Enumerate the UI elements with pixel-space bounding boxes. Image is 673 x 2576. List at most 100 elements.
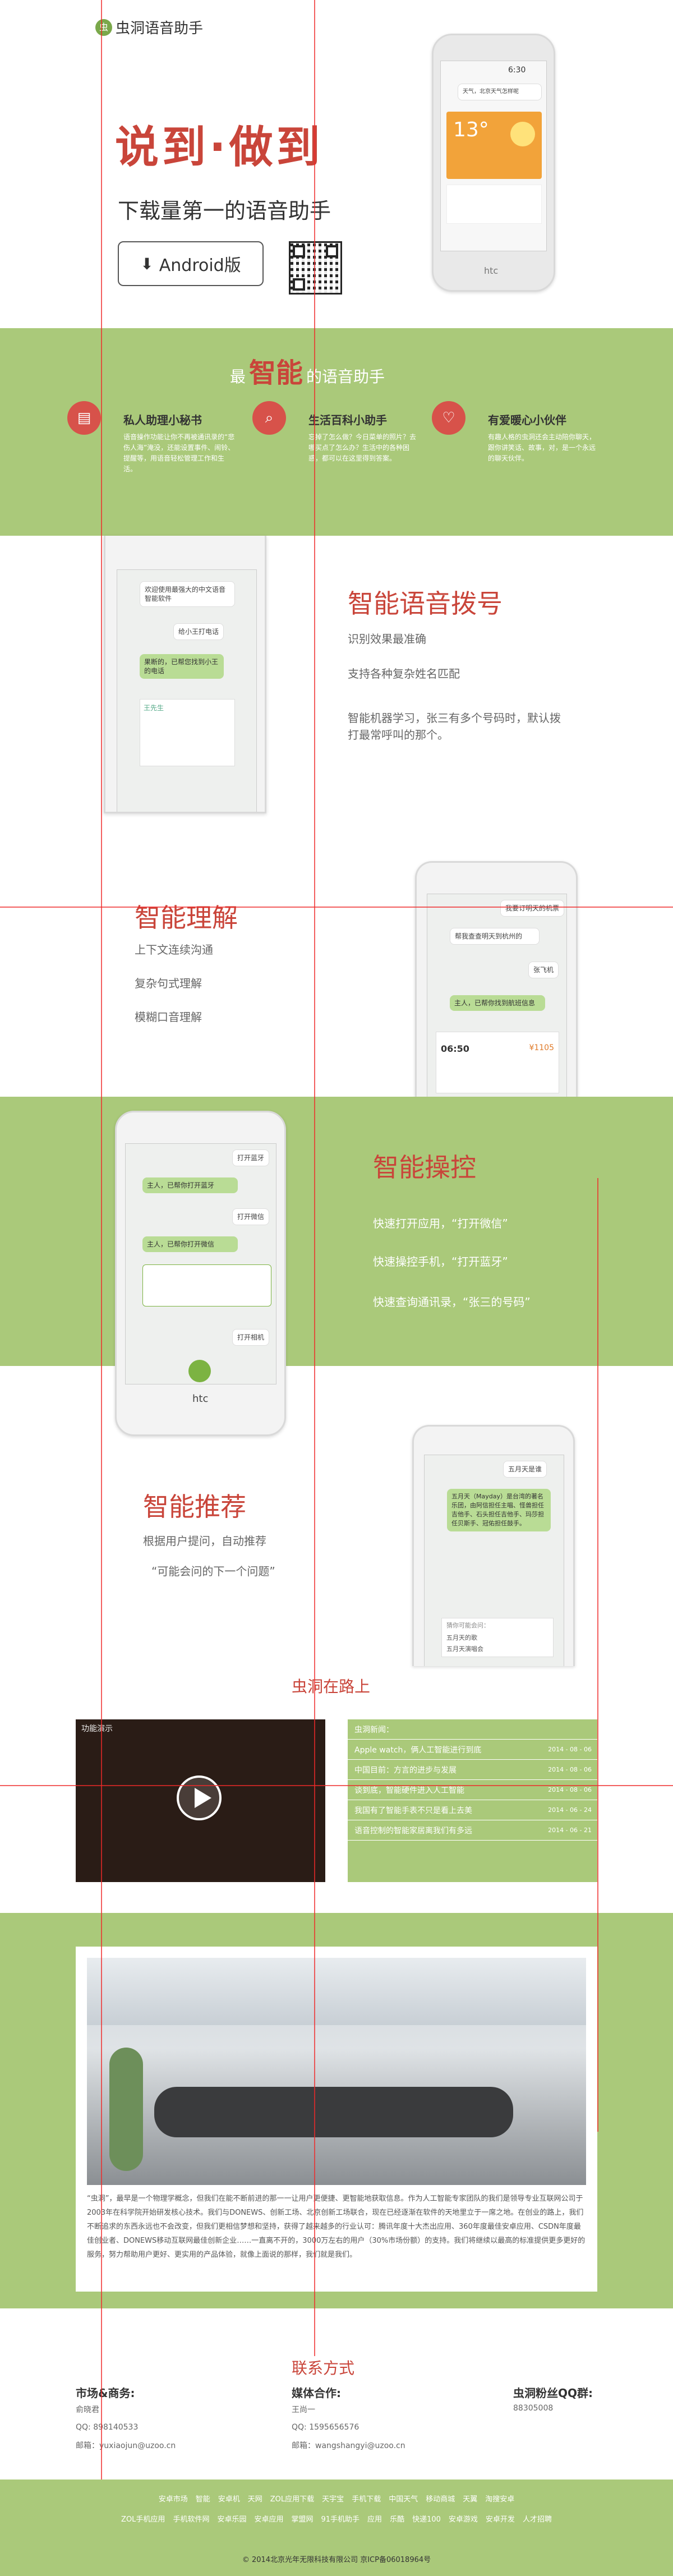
dial-line-3: 智能机器学习，张三有多个号码时，默认拨打最常呼叫的那个。 xyxy=(348,711,561,742)
news-header: 虫洞新闻： xyxy=(348,1719,597,1740)
sun-icon xyxy=(510,122,535,146)
footer-link[interactable]: 安卓乐园 xyxy=(217,2513,246,2524)
footer: 安卓市场 智能 安卓机 天网 ZOL应用下载 天宇宝 手机下载 中国天气 移动商… xyxy=(0,2480,673,2576)
mic-button[interactable] xyxy=(188,1360,211,1382)
footer-link[interactable]: 安卓游戏 xyxy=(449,2513,478,2524)
understand-bubble-1: 我要订明天的机票 xyxy=(500,900,565,917)
understand-line-3: 模糊口音理解 xyxy=(135,1010,202,1024)
android-download-button[interactable]: ⬇ Android版 xyxy=(118,241,264,286)
news-item[interactable]: 中国目前：方言的进步与发展 2014 - 08 - 06 xyxy=(348,1760,597,1780)
understand-bubble-2: 帮我查查明天到杭州的 xyxy=(450,928,540,945)
news-item[interactable]: Apple watch，俩人工智能进行到底 2014 - 08 - 06 xyxy=(348,1740,597,1760)
control-bubble-6: 打开相机 xyxy=(232,1329,270,1346)
feature-title: 有爱暖心小伙伴 xyxy=(488,413,566,427)
contact-mail[interactable]: 邮箱：wangshangyi@uzoo.cn xyxy=(292,2440,460,2451)
recommend-line-2: “可能会问的下一个问题” xyxy=(151,1565,275,1578)
dial-line-1: 识别效果最准确 xyxy=(348,632,426,646)
feature-desc: 忘掉了怎么做？今日菜单的照片？去哪买点了怎么办？生活中的各种困惑，都可以在这里得… xyxy=(308,433,417,462)
footer-link[interactable]: ZOL应用下载 xyxy=(270,2493,314,2504)
footer-link[interactable]: 安卓机 xyxy=(218,2493,240,2504)
hero-slogan: 说到·做到 xyxy=(115,122,324,173)
footer-link[interactable]: 91手机助手 xyxy=(321,2513,360,2524)
footer-link[interactable]: 中国天气 xyxy=(389,2493,418,2504)
qr-code xyxy=(289,241,342,295)
guide-line xyxy=(314,0,315,2356)
control-bubble-1: 打开蓝牙 xyxy=(232,1149,270,1166)
about-text: “虫洞”，最早是一个物理学概念，但我们在能不断前进的那一一让用户更便捷、更智能地… xyxy=(87,2195,586,2259)
weather-card: 13° xyxy=(446,112,542,179)
book-icon: ▤ xyxy=(67,401,101,435)
guide-line xyxy=(0,1785,673,1786)
guide-line xyxy=(101,0,102,2480)
phone-brand: htc xyxy=(484,265,499,276)
understand-bubble-4: 主人，已帮你找到航班信息 xyxy=(450,995,545,1011)
control-bubble-2: 主人，已帮你打开蓝牙 xyxy=(142,1177,238,1193)
demo-video[interactable]: 功能演示 xyxy=(76,1719,325,1882)
dial-line-2: 支持各种复杂姓名匹配 xyxy=(348,667,460,680)
news-item[interactable]: 语音控制的智能家居离我们有多远 2014 - 06 - 21 xyxy=(348,1820,597,1841)
dial-title: 智能语音拨号 xyxy=(348,588,503,619)
footer-link[interactable]: 天翼 xyxy=(463,2493,477,2504)
smart-title-prefix: 最 xyxy=(230,367,246,386)
recommend-bubble-2: 五月天（Mayday）是台湾的著名乐团，由阿信担任主唱、怪兽担任吉他手、石头担任… xyxy=(447,1489,551,1531)
logo-name: 虫洞语音助手 xyxy=(116,20,204,37)
contact-title: 联系方式 xyxy=(292,2359,355,2377)
control-line-1: 快速打开应用，“打开微信” xyxy=(373,1217,508,1230)
footer-links-row2: ZOL手机应用 手机软件网 安卓乐园 安卓应用 掌盟网 91手机助手 应用 乐酷… xyxy=(67,2513,606,2524)
contact-col-2: 媒体合作: 王尚一 QQ: 1595656576 邮箱：wangshangyi@… xyxy=(292,2384,460,2451)
logo[interactable]: 虫 虫洞语音助手 xyxy=(95,17,203,38)
feature-title: 生活百科小助手 xyxy=(308,413,387,427)
footer-link[interactable]: 快递100 xyxy=(412,2513,441,2524)
recommend-phone: 五月天是谁 五月天（Mayday）是台湾的著名乐团，由阿信担任主唱、怪兽担任吉他… xyxy=(412,1425,575,1666)
recommend-bubble-1: 五月天是谁 xyxy=(503,1461,547,1478)
hero-phone: 6:30 天气，北京天气怎样呢 13° htc xyxy=(432,34,555,292)
news-item[interactable]: 谈到底，智能硬件进入人工智能 2014 - 08 - 06 xyxy=(348,1780,597,1800)
guide-line xyxy=(597,1178,598,2132)
footer-link[interactable]: 移动商城 xyxy=(426,2493,455,2504)
footer-link[interactable]: ZOL手机应用 xyxy=(121,2513,165,2524)
footer-link[interactable]: 手机软件网 xyxy=(173,2513,209,2524)
team-photo xyxy=(87,1958,586,2185)
footer-link[interactable]: 智能 xyxy=(196,2493,210,2504)
news-item[interactable]: 我国有了智能手表不只是看上去美 2014 - 06 - 24 xyxy=(348,1800,597,1820)
footer-link[interactable]: 掌盟网 xyxy=(291,2513,313,2524)
footer-link[interactable]: 手机下载 xyxy=(352,2493,381,2504)
recommend-title: 智能推荐 xyxy=(143,1492,246,1522)
understand-phone: 我要订明天的机票 帮我查查明天到杭州的 张飞机 主人，已帮你找到航班信息 06:… xyxy=(415,861,578,1097)
feature-title: 私人助理小秘书 xyxy=(123,413,202,427)
footer-link[interactable]: 人才招聘 xyxy=(523,2513,552,2524)
understand-title: 智能理解 xyxy=(135,903,238,933)
understand-line-2: 复杂句式理解 xyxy=(135,977,202,990)
control-line-2: 快速操控手机，“打开蓝牙” xyxy=(373,1255,508,1268)
footer-links-row1: 安卓市场 智能 安卓机 天网 ZOL应用下载 天宇宝 手机下载 中国天气 移动商… xyxy=(84,2493,589,2504)
footer-link[interactable]: 乐酷 xyxy=(390,2513,404,2524)
play-icon[interactable] xyxy=(177,1775,222,1820)
understand-bubble-3: 张飞机 xyxy=(528,962,559,978)
footer-link[interactable]: 天网 xyxy=(248,2493,262,2504)
footer-link[interactable]: 安卓市场 xyxy=(159,2493,188,2504)
control-bubble-4: 主人，已帮你打开微信 xyxy=(142,1236,238,1252)
control-line-3: 快速查询通讯录，“张三的号码” xyxy=(373,1295,531,1309)
guide-line xyxy=(0,907,673,908)
suggest-box[interactable]: 猜你可能会问： 五月天的歌 五月天演唱会 xyxy=(441,1618,554,1657)
dial-phone: 欢迎使用最强大的中文语音智能软件 给小王打电话 果断的，已帮您找到小王的电话 王… xyxy=(104,536,266,813)
copyright: © 2014北京光年无限科技有限公司 京ICP备06018964号 xyxy=(242,2556,431,2564)
flight-card[interactable]: 06:50 ¥1105 xyxy=(436,1032,559,1093)
control-title: 智能操控 xyxy=(373,1152,476,1183)
dial-bubble-2: 给小王打电话 xyxy=(173,623,224,640)
footer-link[interactable]: 应用 xyxy=(367,2513,382,2524)
smart-title-suffix: 的语音助手 xyxy=(306,367,385,386)
phone-bubble: 天气，北京天气怎样呢 xyxy=(458,84,542,100)
download-label: Android版 xyxy=(159,256,241,275)
video-label: 功能演示 xyxy=(81,1724,113,1733)
app-list[interactable] xyxy=(142,1264,271,1307)
recommend-line-1: 根据用户提问，自动推荐 xyxy=(143,1534,266,1548)
footer-link[interactable]: 天宇宝 xyxy=(322,2493,344,2504)
footer-link[interactable]: 安卓应用 xyxy=(254,2513,283,2524)
footer-link[interactable]: 淘搜安卓 xyxy=(485,2493,514,2504)
footer-link[interactable]: 安卓开发 xyxy=(486,2513,515,2524)
dial-contact-card[interactable]: 王先生 xyxy=(140,699,235,766)
chat-icon: ♡ xyxy=(432,401,465,435)
download-icon: ⬇ xyxy=(140,254,154,273)
smart-title-big: 智能 xyxy=(249,357,303,389)
